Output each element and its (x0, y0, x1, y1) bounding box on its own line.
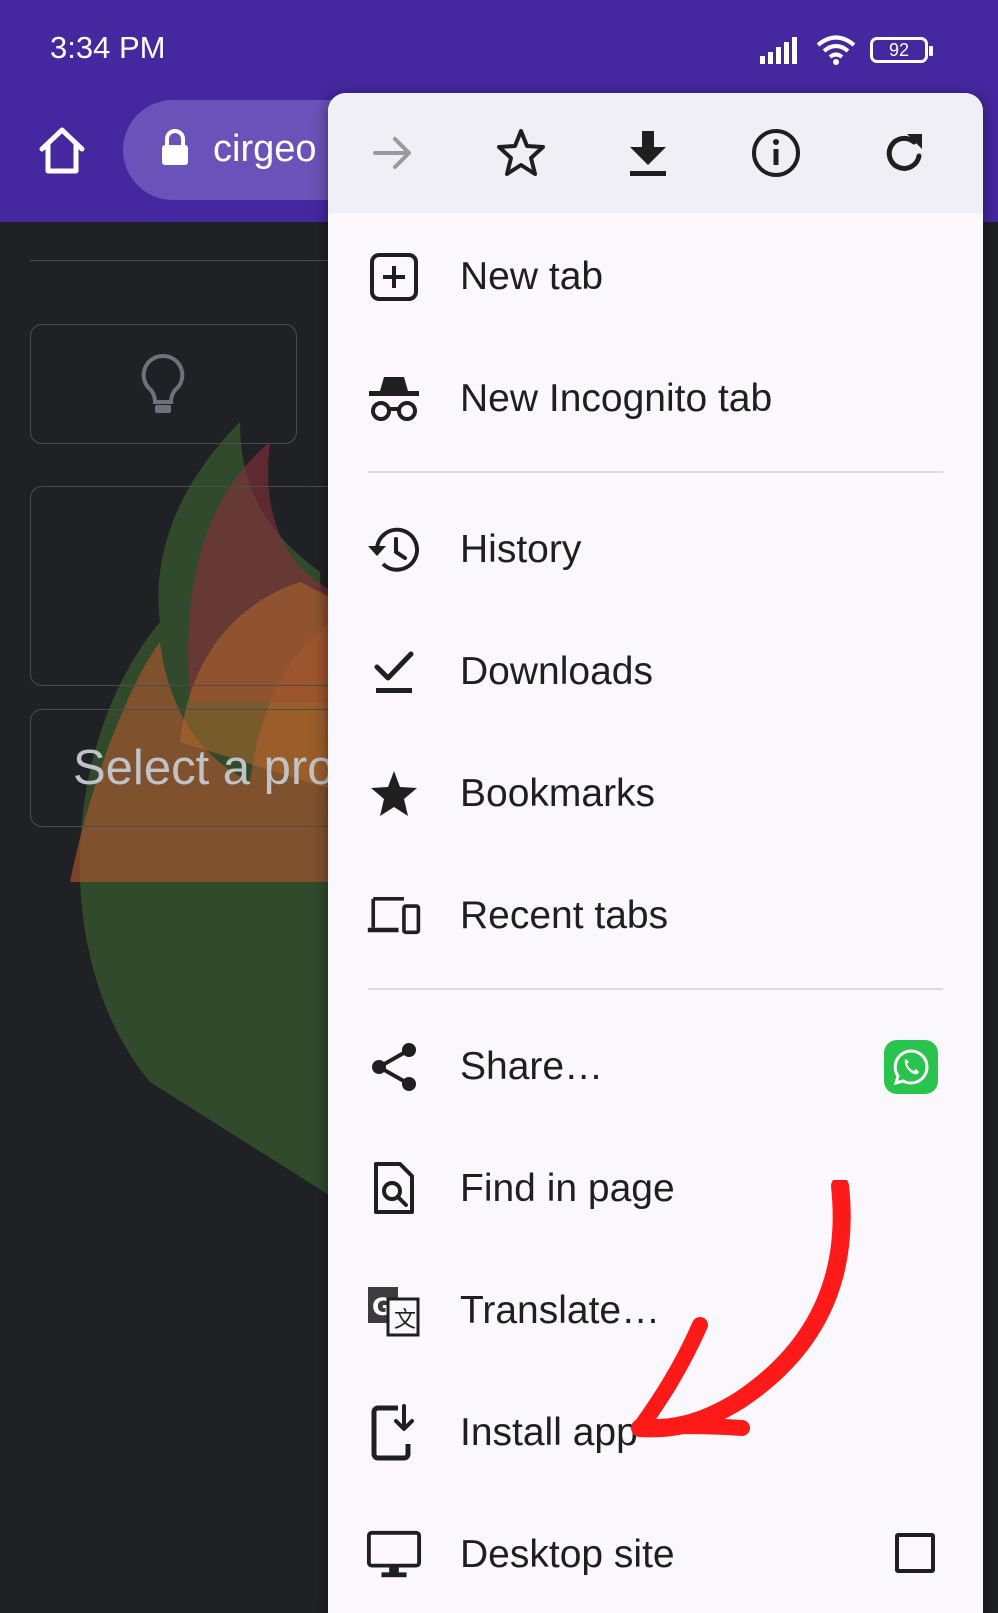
menu-item-bookmarks[interactable]: Bookmarks (328, 740, 983, 848)
forward-button[interactable] (363, 123, 423, 183)
menu-item-new-incognito-tab[interactable]: New Incognito tab (328, 345, 983, 453)
menu-item-downloads[interactable]: Downloads (328, 618, 983, 726)
share-whatsapp-button[interactable] (884, 1040, 938, 1094)
download-done-icon (366, 644, 422, 700)
menu-item-label: Share… (460, 1045, 604, 1088)
status-icons: 92 (758, 34, 933, 66)
add-box-icon (366, 249, 422, 305)
tip-card[interactable] (30, 324, 297, 444)
menu-item-label: Install app (460, 1411, 638, 1454)
menu-item-recent-tabs[interactable]: Recent tabs (328, 862, 983, 970)
content-card (30, 486, 352, 686)
desktop-site-checkbox[interactable] (895, 1533, 935, 1573)
bookmark-page-button[interactable] (491, 123, 551, 183)
menu-item-label: New Incognito tab (460, 377, 773, 420)
menu-item-label: New tab (460, 255, 604, 298)
menu-item-label: Recent tabs (460, 894, 669, 937)
menu-divider (368, 988, 943, 990)
wifi-icon (816, 35, 856, 65)
menu-item-history[interactable]: History (328, 496, 983, 604)
star-outline-icon (497, 129, 545, 176)
share-icon (366, 1039, 422, 1095)
svg-text:文: 文 (394, 1308, 416, 1333)
status-bar: 3:34 PM 92 (0, 0, 998, 95)
signal-icon (760, 37, 797, 64)
battery-level: 92 (888, 39, 910, 60)
menu-item-label: History (460, 528, 582, 571)
battery-icon: 92 (870, 37, 933, 63)
arrow-forward-icon (373, 137, 411, 169)
star-icon (366, 766, 422, 822)
history-icon (366, 522, 422, 578)
menu-item-desktop-site[interactable]: Desktop site (328, 1501, 983, 1609)
refresh-button[interactable] (874, 123, 934, 183)
menu-item-translate[interactable]: G 文 Translate… (328, 1257, 983, 1365)
home-icon (39, 127, 85, 174)
overflow-menu: New tab New Incognito tab History Downlo… (328, 93, 983, 1613)
menu-item-install-app[interactable]: Install app (328, 1379, 983, 1487)
menu-item-label: Translate… (460, 1289, 661, 1332)
menu-item-label: Find in page (460, 1167, 675, 1210)
translate-icon: G 文 (366, 1283, 422, 1339)
download-icon (630, 131, 666, 176)
menu-divider (368, 471, 943, 473)
select-placeholder: Select a pro (73, 741, 335, 795)
incognito-icon (366, 371, 422, 427)
download-page-button[interactable] (618, 123, 678, 183)
whatsapp-icon (893, 1049, 929, 1086)
menu-item-label: Downloads (460, 650, 653, 693)
home-button[interactable] (34, 123, 90, 179)
menu-item-label: Desktop site (460, 1533, 675, 1576)
info-icon (752, 129, 800, 177)
refresh-icon (886, 134, 922, 171)
menu-item-label: Bookmarks (460, 772, 656, 815)
find-in-page-icon (366, 1161, 422, 1217)
devices-icon (366, 888, 422, 944)
lock-icon (162, 129, 188, 165)
status-time: 3:34 PM (50, 30, 166, 65)
menu-item-new-tab[interactable]: New tab (328, 223, 983, 331)
page-info-button[interactable] (746, 123, 806, 183)
url-text: cirgeo (213, 128, 317, 170)
install-app-icon (366, 1404, 422, 1461)
product-select[interactable]: Select a pro (30, 709, 372, 827)
menu-action-row (328, 93, 983, 213)
page-divider (30, 260, 330, 261)
desktop-icon (366, 1527, 422, 1583)
menu-item-share[interactable]: Share… (328, 1013, 983, 1121)
lightbulb-icon (141, 353, 185, 413)
menu-item-find-in-page[interactable]: Find in page (328, 1135, 983, 1243)
